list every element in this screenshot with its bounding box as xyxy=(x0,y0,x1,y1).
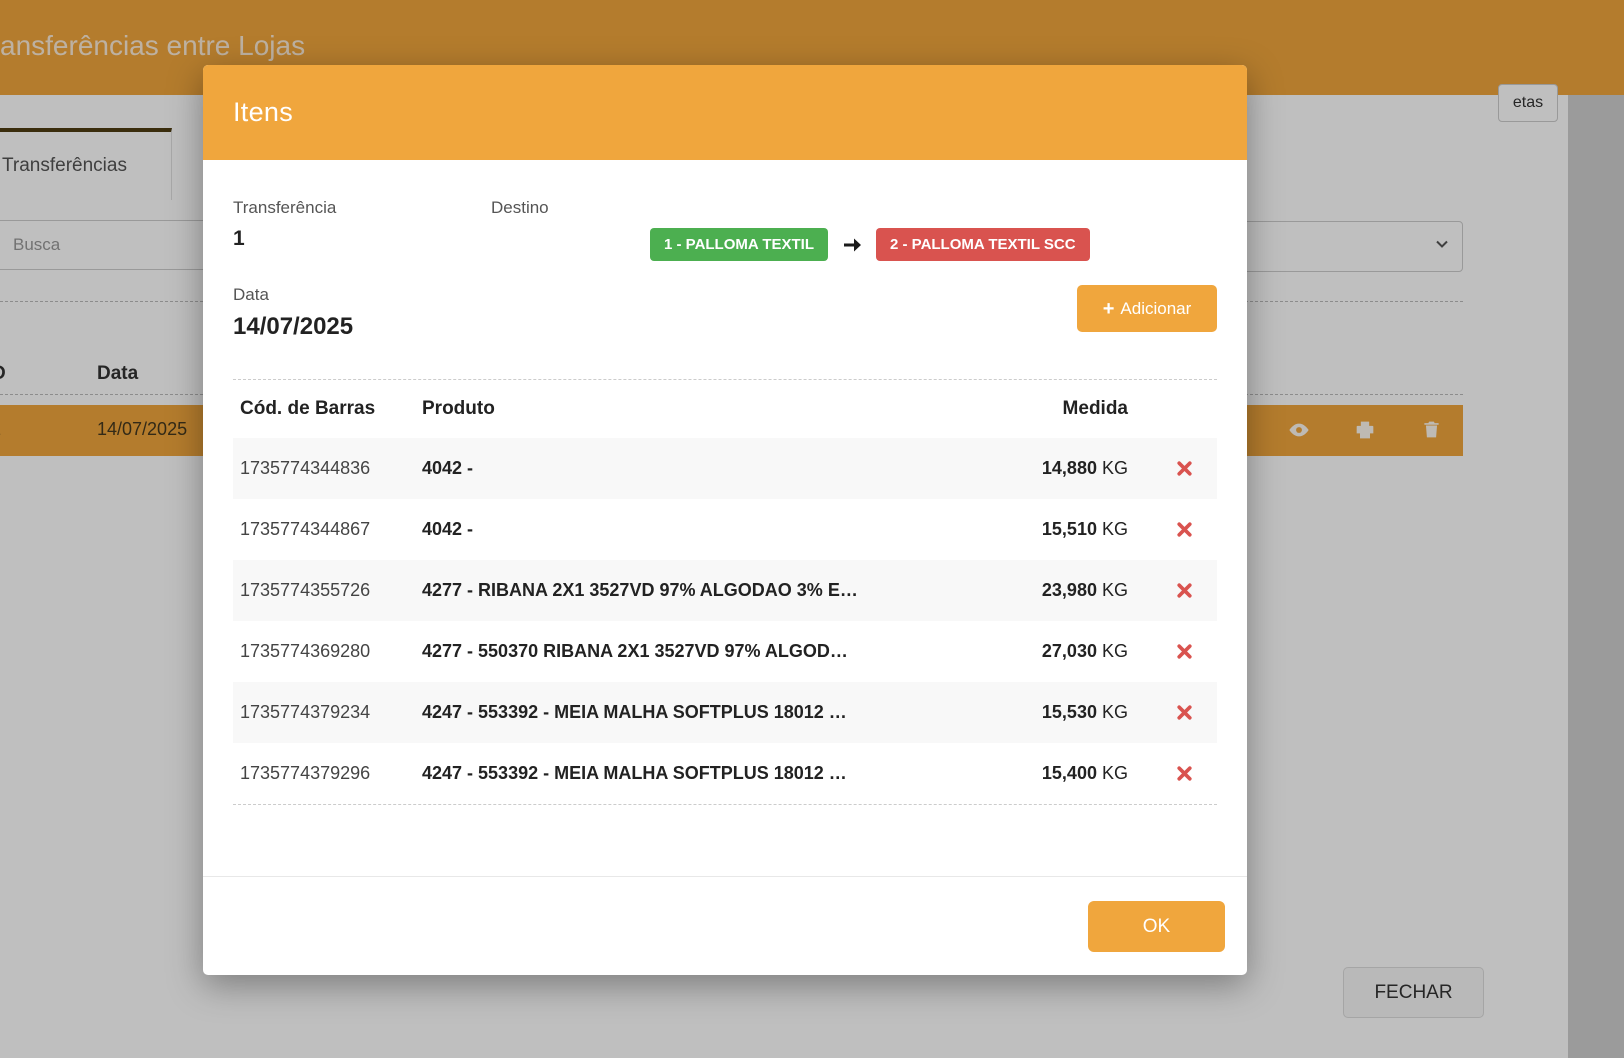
medida-value: 23,980 xyxy=(1042,580,1097,600)
barcode-cell: 1735774344836 xyxy=(233,458,418,479)
arrow-right-icon xyxy=(840,233,864,257)
remove-item-button[interactable] xyxy=(1172,517,1197,542)
medida-unit: KG xyxy=(1102,519,1128,539)
medida-cell: 15,400 KG xyxy=(992,763,1152,784)
medida-cell: 27,030 KG xyxy=(992,641,1152,662)
barcode-cell: 1735774379234 xyxy=(233,702,418,723)
plus-icon: + xyxy=(1103,299,1115,319)
barcode-cell: 1735774379296 xyxy=(233,763,418,784)
header-produto: Produto xyxy=(418,398,992,420)
medida-value: 27,030 xyxy=(1042,641,1097,661)
transferencia-value: 1 xyxy=(233,227,491,251)
items-table-body: 1735774344836 4042 - 14,880 KG 173577434… xyxy=(233,438,1217,804)
medida-value: 15,510 xyxy=(1042,519,1097,539)
medida-value: 15,400 xyxy=(1042,763,1097,783)
header-barcode: Cód. de Barras xyxy=(233,398,418,420)
remove-item-button[interactable] xyxy=(1172,761,1197,786)
item-row: 1735774369280 4277 - 550370 RIBANA 2X1 3… xyxy=(233,621,1217,682)
item-row: 1735774379296 4247 - 553392 - MEIA MALHA… xyxy=(233,743,1217,804)
adicionar-button[interactable]: + Adicionar xyxy=(1077,285,1217,332)
divider xyxy=(233,804,1217,805)
modal-footer: OK xyxy=(203,876,1247,975)
remove-item-button[interactable] xyxy=(1172,456,1197,481)
destination-store-badge: 2 - PALLOMA TEXTIL SCC xyxy=(876,228,1090,261)
data-value: 14/07/2025 xyxy=(233,313,353,341)
remove-item-button[interactable] xyxy=(1172,639,1197,664)
medida-value: 15,530 xyxy=(1042,702,1097,722)
medida-cell: 23,980 KG xyxy=(992,580,1152,601)
modal-header: Itens xyxy=(203,65,1247,160)
item-row: 1735774379234 4247 - 553392 - MEIA MALHA… xyxy=(233,682,1217,743)
items-table: Cód. de Barras Produto Medida 1735774344… xyxy=(233,380,1217,804)
remove-item-button[interactable] xyxy=(1172,578,1197,603)
item-row: 1735774344836 4042 - 14,880 KG xyxy=(233,438,1217,499)
produto-cell: 4277 - RIBANA 2X1 3527VD 97% ALGODAO 3% … xyxy=(418,580,992,601)
barcode-cell: 1735774344867 xyxy=(233,519,418,540)
item-row: 1735774355726 4277 - RIBANA 2X1 3527VD 9… xyxy=(233,560,1217,621)
barcode-cell: 1735774355726 xyxy=(233,580,418,601)
origin-store-badge: 1 - PALLOMA TEXTIL xyxy=(650,228,828,261)
items-modal: Itens Transferência 1 Destino 1 - PALLOM… xyxy=(203,65,1247,975)
header-medida: Medida xyxy=(992,398,1152,420)
medida-cell: 15,530 KG xyxy=(992,702,1152,723)
produto-cell: 4247 - 553392 - MEIA MALHA SOFTPLUS 1801… xyxy=(418,702,992,723)
item-row: 1735774344867 4042 - 15,510 KG xyxy=(233,499,1217,560)
produto-cell: 4042 - xyxy=(418,458,992,479)
ok-button[interactable]: OK xyxy=(1088,901,1225,952)
items-table-header: Cód. de Barras Produto Medida xyxy=(233,380,1217,438)
medida-unit: KG xyxy=(1102,458,1128,478)
medida-unit: KG xyxy=(1102,763,1128,783)
medida-unit: KG xyxy=(1102,702,1128,722)
produto-cell: 4277 - 550370 RIBANA 2X1 3527VD 97% ALGO… xyxy=(418,641,992,662)
medida-cell: 14,880 KG xyxy=(992,458,1152,479)
barcode-cell: 1735774369280 xyxy=(233,641,418,662)
medida-unit: KG xyxy=(1102,580,1128,600)
modal-body: Transferência 1 Destino 1 - PALLOMA TEXT… xyxy=(203,160,1247,876)
medida-cell: 15,510 KG xyxy=(992,519,1152,540)
medida-unit: KG xyxy=(1102,641,1128,661)
destino-label: Destino xyxy=(491,198,1217,218)
modal-title: Itens xyxy=(203,97,293,128)
adicionar-label: Adicionar xyxy=(1120,299,1191,319)
data-label: Data xyxy=(233,285,353,305)
remove-item-button[interactable] xyxy=(1172,700,1197,725)
medida-value: 14,880 xyxy=(1042,458,1097,478)
transferencia-label: Transferência xyxy=(233,198,491,218)
produto-cell: 4042 - xyxy=(418,519,992,540)
produto-cell: 4247 - 553392 - MEIA MALHA SOFTPLUS 1801… xyxy=(418,763,992,784)
